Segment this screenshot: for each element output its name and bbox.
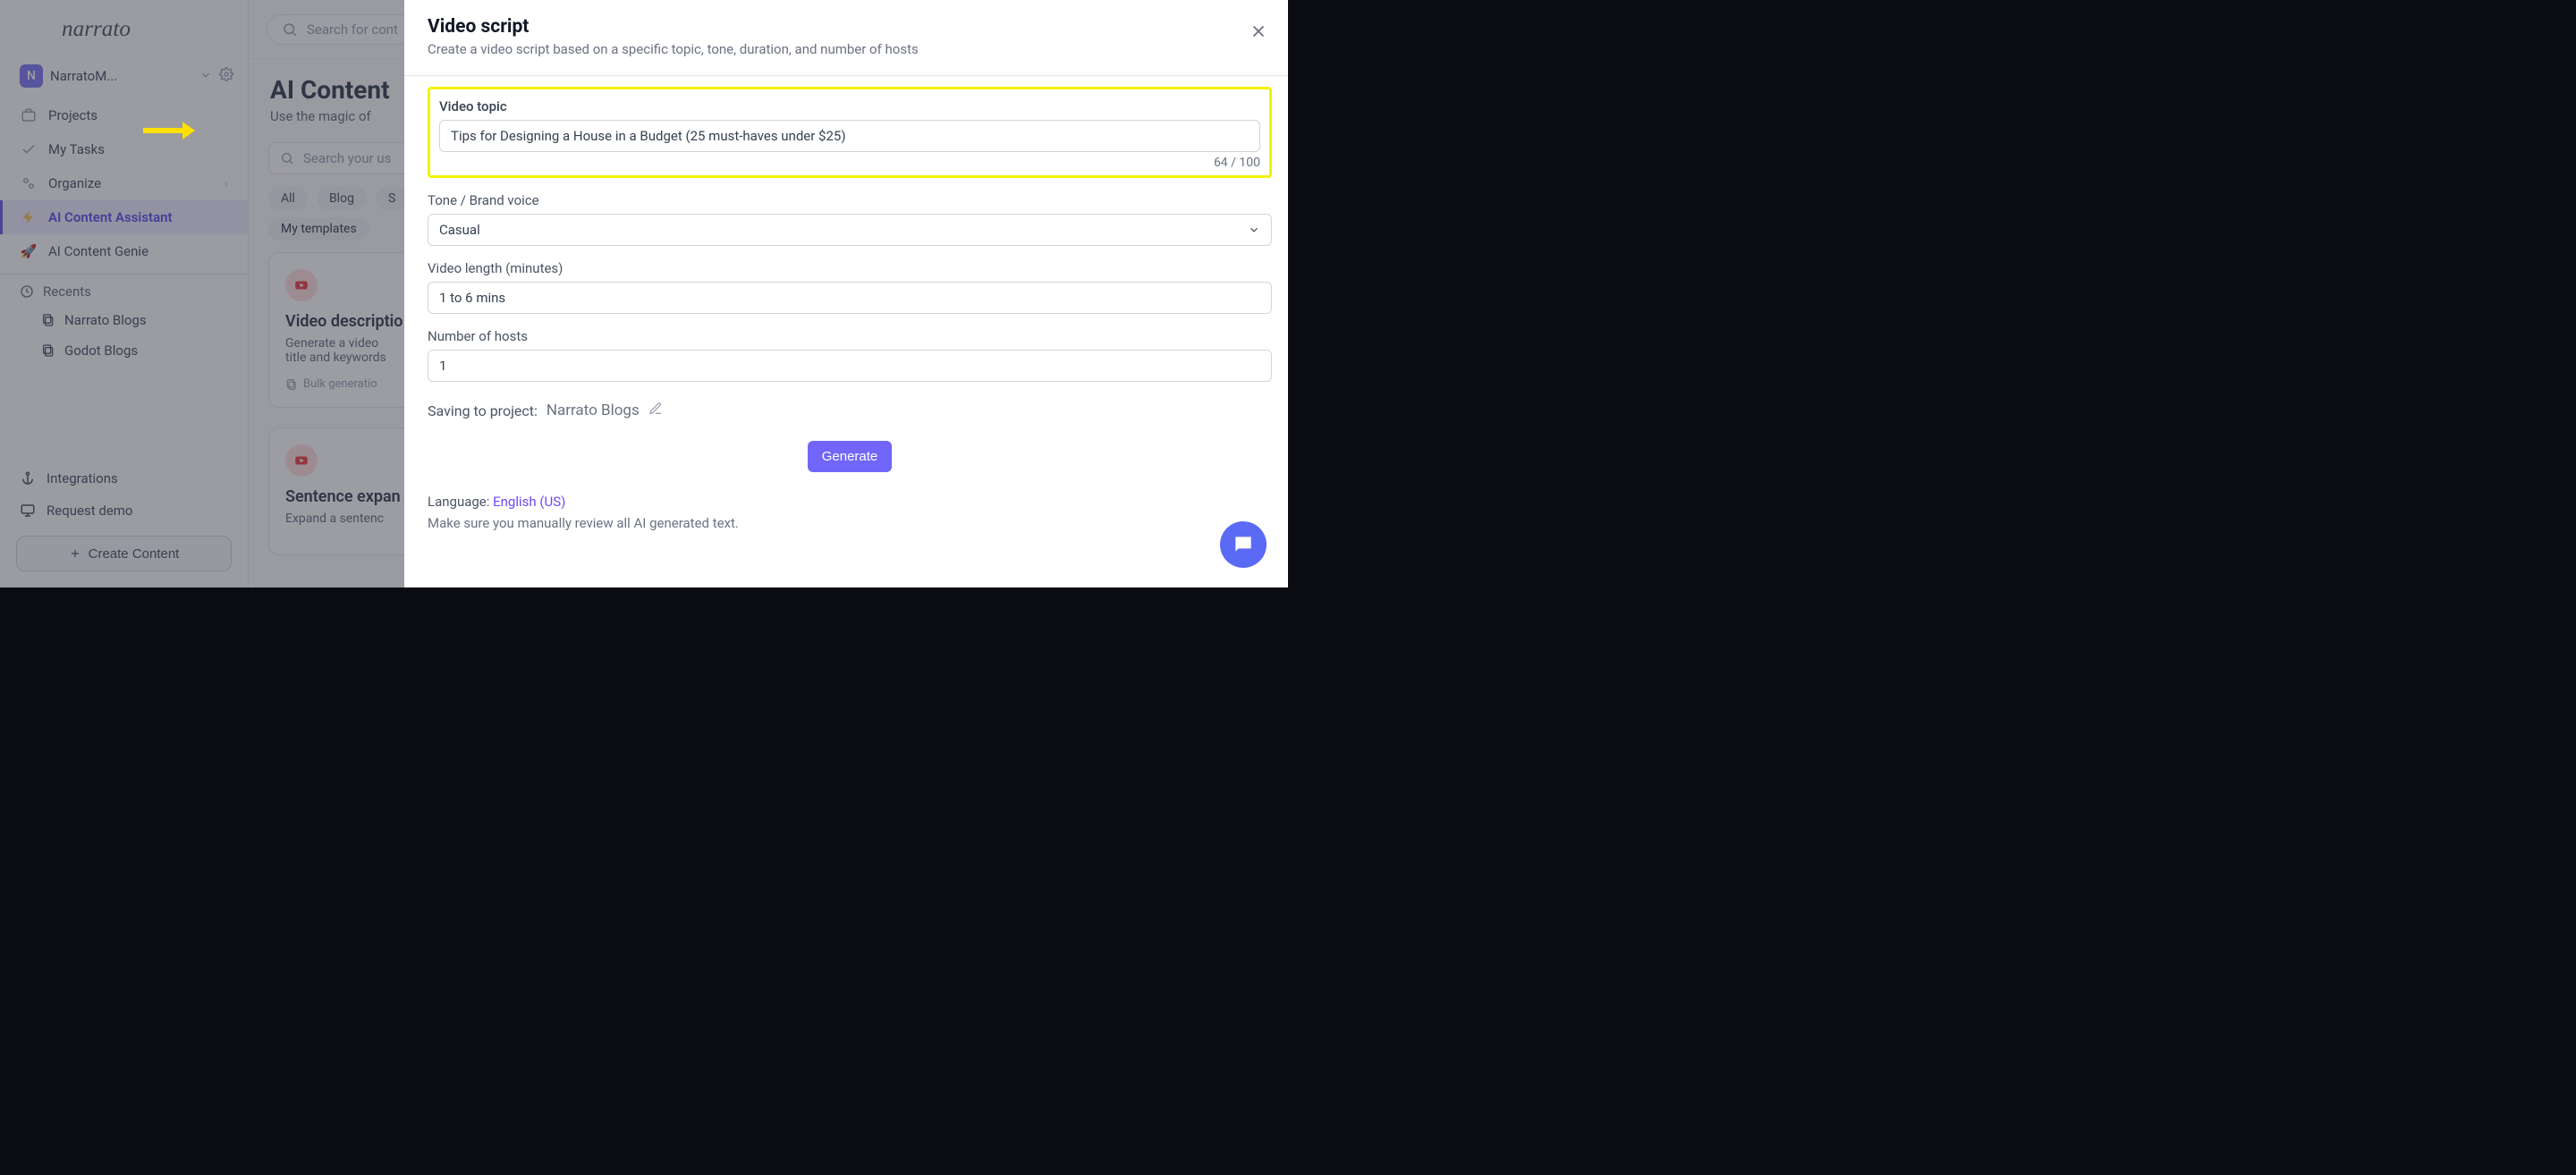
close-button[interactable] — [1249, 21, 1268, 45]
video-topic-input[interactable] — [439, 120, 1260, 152]
char-counter: 64 / 100 — [439, 156, 1260, 170]
language-link[interactable]: English (US) — [493, 494, 565, 510]
project-name: Narrato Blogs — [547, 402, 640, 419]
video-script-modal: Video script Create a video script based… — [404, 0, 1288, 588]
saving-to-project: Saving to project: Narrato Blogs — [428, 402, 1272, 419]
select-value: Casual — [439, 222, 480, 238]
video-topic-label: Video topic — [439, 98, 1260, 114]
modal-title: Video script — [428, 16, 1272, 38]
chevron-down-icon — [1248, 224, 1260, 236]
length-label: Video length (minutes) — [428, 260, 1272, 276]
hosts-input[interactable] — [428, 350, 1272, 382]
chat-icon — [1232, 533, 1255, 556]
tone-select[interactable]: Casual — [428, 214, 1272, 246]
edit-project-icon[interactable] — [648, 402, 663, 419]
modal-subtitle: Create a video script based on a specifi… — [428, 41, 1272, 57]
video-topic-highlight: Video topic 64 / 100 — [428, 87, 1272, 178]
language-row: Language: English (US) — [428, 494, 1272, 510]
close-icon — [1249, 21, 1268, 41]
length-input[interactable] — [428, 282, 1272, 314]
ai-review-tip: Make sure you manually review all AI gen… — [428, 515, 1272, 531]
generate-button[interactable]: Generate — [808, 441, 892, 472]
hosts-label: Number of hosts — [428, 328, 1272, 344]
tone-label: Tone / Brand voice — [428, 192, 1272, 208]
chat-widget[interactable] — [1220, 521, 1267, 568]
